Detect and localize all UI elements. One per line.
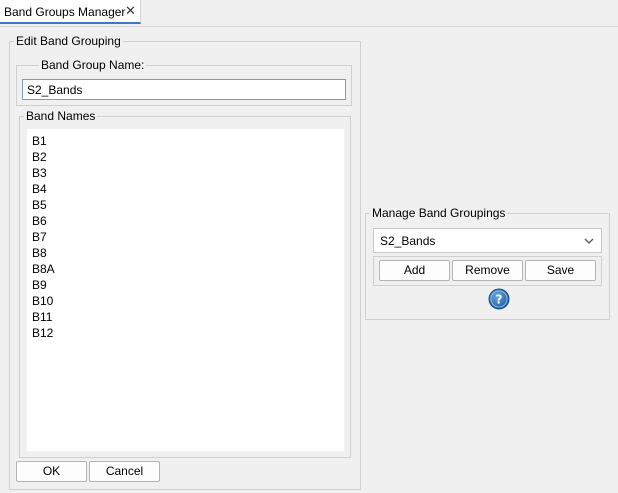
ok-button[interactable]: OK (16, 461, 87, 482)
remove-button[interactable]: Remove (452, 260, 523, 281)
tab-band-groups-manager[interactable]: Band Groups Manager ✕ (0, 0, 141, 24)
band-list-item[interactable]: B11 (32, 309, 52, 325)
manage-band-groupings-legend: Manage Band Groupings (372, 206, 506, 220)
band-list-item[interactable]: B1 (32, 133, 47, 149)
band-list-item[interactable]: B5 (32, 197, 47, 213)
add-button[interactable]: Add (379, 260, 450, 281)
band-list-item[interactable]: B8 (32, 245, 47, 261)
band-grouping-select[interactable]: S2_Bands (373, 228, 602, 253)
cancel-button[interactable]: Cancel (89, 461, 160, 482)
band-grouping-selected-value: S2_Bands (380, 234, 436, 248)
band-list-item[interactable]: B7 (32, 229, 47, 245)
edit-band-grouping-legend: Edit Band Grouping (16, 34, 121, 48)
tab-title: Band Groups Manager (4, 5, 126, 19)
band-list-item[interactable]: B9 (32, 277, 47, 293)
tab-bar: Band Groups Manager ✕ (0, 0, 618, 27)
help-icon[interactable]: ? (488, 288, 510, 310)
band-list-item[interactable]: B4 (32, 181, 47, 197)
band-names-legend: Band Names (26, 109, 96, 123)
band-group-name-input[interactable] (22, 79, 346, 100)
band-list-item[interactable]: B6 (32, 213, 47, 229)
band-list-item[interactable]: B8A (32, 261, 55, 277)
close-icon[interactable]: ✕ (125, 4, 136, 18)
band-names-list[interactable]: B1 B2 B3 B4 B5 B6 B7 B8 B8A B9 B10 B11 B12 (27, 129, 344, 451)
band-list-item[interactable]: B10 (32, 293, 53, 309)
band-list-item[interactable]: B2 (32, 149, 47, 165)
svg-text:?: ? (496, 293, 503, 307)
band-list-item[interactable]: B3 (32, 165, 47, 181)
band-group-name-label: Band Group Name: (41, 58, 145, 72)
save-button[interactable]: Save (525, 260, 596, 281)
chevron-down-icon (584, 238, 594, 244)
band-list-item[interactable]: B12 (32, 325, 53, 341)
